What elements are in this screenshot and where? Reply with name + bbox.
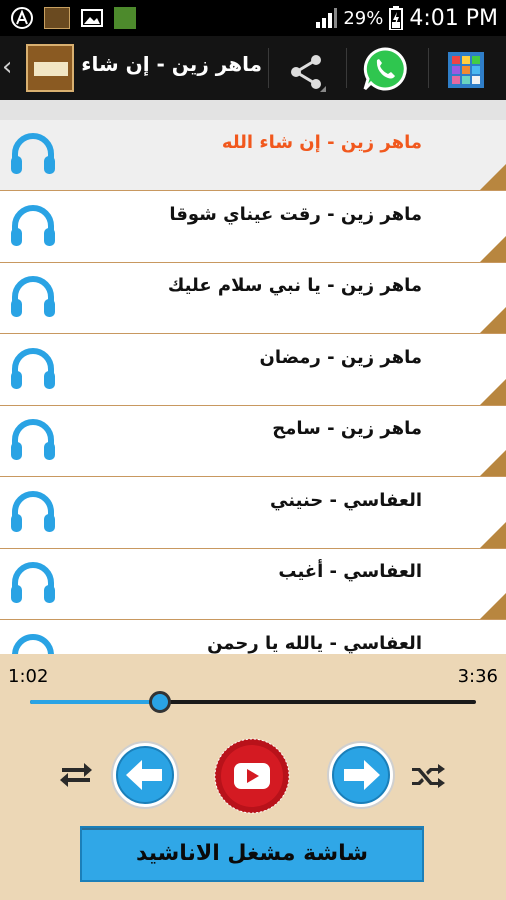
track-row[interactable]: العفاسي - يالله يا رحمن [0,620,506,654]
track-row[interactable]: العفاسي - أغيب [0,549,506,620]
seek-thumb[interactable] [149,691,171,713]
corner-decoration [480,521,506,548]
app-screen: 29% 4:01 PM ‹ ماهر زين - إن شاء الله [0,0,506,900]
track-title: العفاسي - أغيب [278,561,422,582]
divider [428,48,429,88]
previous-button[interactable] [110,740,180,810]
headphones-icon [11,419,55,460]
track-title: ماهر زين - سامح [272,418,422,439]
chevron-left-icon[interactable]: ‹ [2,52,12,82]
track-row[interactable]: ماهر زين - يا نبي سلام عليك [0,263,506,334]
grid-icon[interactable] [446,50,486,90]
track-title: العفاسي - حنيني [270,489,422,511]
app-logo-icon[interactable] [26,44,74,92]
battery-icon [389,6,404,30]
headphones-icon [11,133,55,174]
current-time: 1:02 [8,666,49,687]
status-indicators: 29% 4:01 PM [315,2,498,34]
notification-icons [10,6,136,30]
track-title: ماهر زين - رقت عيناي شوقا [169,203,422,225]
track-row[interactable]: ماهر زين - رقت عيناي شوقا [0,191,506,263]
headphones-icon [11,490,55,532]
track-row[interactable]: ماهر زين - سامح [0,406,506,477]
app-thumbnail-icon [44,7,70,29]
headphones-icon [11,276,55,317]
action-bar: ‹ ماهر زين - إن شاء الله [0,36,506,100]
headphones-icon [12,633,54,654]
seek-bar[interactable] [30,691,476,713]
repeat-icon[interactable] [58,760,94,790]
corner-decoration [480,450,506,476]
next-button[interactable] [326,740,396,810]
status-bar: 29% 4:01 PM [0,0,506,36]
track-row[interactable]: ماهر زين - رمضان [0,334,506,406]
seek-progress [30,700,160,704]
corner-decoration [480,307,506,333]
gallery-icon [81,9,103,27]
headphones-icon [11,204,55,246]
toolbar-shadow [0,100,506,120]
corner-decoration [480,378,506,405]
player-panel: 1:02 3:36 شاشة مشغل الاناشيد [0,654,506,900]
app-notification-icon [11,7,33,29]
track-title: ماهر زين - يا نبي سلام عليك [167,275,422,296]
divider [346,48,347,88]
headphones-icon [11,562,55,603]
track-title: ماهر زين - رمضان [259,346,422,368]
player-screen-button[interactable]: شاشة مشغل الاناشيد [80,826,424,882]
shuffle-icon[interactable] [410,760,446,790]
page-title: ماهر زين - إن شاء الله [82,52,262,76]
play-button[interactable] [214,738,290,814]
clock: 4:01 PM [409,5,498,31]
track-title: ماهر زين - إن شاء الله [221,132,422,153]
corner-decoration [480,593,506,619]
whatsapp-icon[interactable] [362,46,408,92]
track-row[interactable]: العفاسي - حنيني [0,477,506,549]
divider [268,48,269,88]
signal-icon [316,8,338,28]
track-row[interactable]: ماهر زين - إن شاء الله [0,120,506,191]
total-time: 3:36 [457,666,498,687]
battery-percent: 29% [343,7,384,29]
corner-decoration [480,164,506,190]
store-icon [114,7,136,29]
headphones-icon [11,347,55,389]
share-icon[interactable] [286,52,326,92]
corner-decoration [480,235,506,262]
track-title: العفاسي - يالله يا رحمن [207,632,422,654]
track-list[interactable]: ماهر زين - إن شاء الله ماهر زين - رقت عين… [0,120,506,654]
